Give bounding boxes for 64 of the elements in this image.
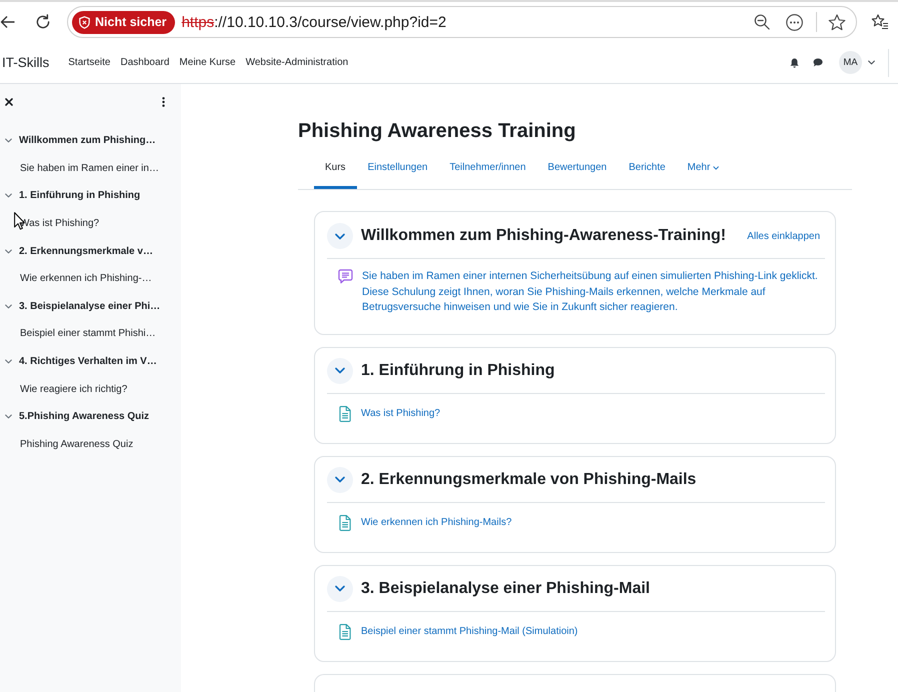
index-activity-link[interactable]: Beispiel einer stammt Phishi… (20, 328, 156, 340)
notification-bell-icon[interactable] (790, 58, 799, 68)
back-arrow-icon[interactable] (0, 15, 15, 29)
speech-bubble-icon (338, 269, 353, 284)
nav-link[interactable]: Startseite (68, 57, 110, 68)
chevron-icon[interactable] (5, 414, 12, 420)
section-title: 1. Einführung in Phishing (361, 360, 555, 380)
collapse-toggle-button[interactable] (327, 576, 353, 602)
tab[interactable]: Einstellungen (356, 149, 439, 189)
close-icon[interactable] (5, 98, 13, 106)
chat-bubble-icon[interactable] (813, 58, 823, 67)
caret-icon[interactable] (868, 60, 875, 65)
document-icon (339, 406, 351, 422)
user-avatar[interactable]: MA (839, 51, 862, 74)
document-icon (339, 514, 351, 530)
index-activity-link[interactable]: Wie reagiere ich richtig? (20, 384, 128, 395)
description-text: Sie haben im Ramen einer internen Sicherheitsübung auf einen simulierten Phishing-Link geklickt. (362, 269, 819, 284)
chevron-icon[interactable] (5, 359, 12, 364)
document-icon (339, 624, 351, 640)
tab[interactable]: Teilnehmer/innen (438, 149, 537, 189)
section-title: Willkommen zum Phishing-Awareness-Training! (361, 226, 726, 246)
url-text: https://10.10.10.3/course/view.php?id=2 (182, 14, 446, 30)
collapse-toggle-button[interactable] (327, 223, 353, 249)
collapse-toggle-button[interactable] (327, 358, 353, 384)
nav-link[interactable]: Dashboard (120, 57, 170, 68)
tab[interactable]: Kurs (314, 149, 357, 189)
tab[interactable]: Bewertungen (536, 149, 618, 189)
favorite-star-icon[interactable] (828, 14, 846, 30)
section-title: 3. Beispielanalyse einer Phishing-Mail (361, 578, 650, 598)
index-section-link[interactable]: 1. Einführung in Phishing (19, 190, 140, 202)
address-bar[interactable]: Nicht sicher https://10.10.10.3/course/view.php?id=2 (67, 6, 857, 38)
reload-icon[interactable] (35, 14, 51, 30)
course-title: Phishing Awareness Training (298, 119, 577, 143)
chevron-icon[interactable] (5, 193, 12, 198)
collapse-all-link[interactable]: Alles einklappen (747, 230, 820, 242)
index-activity-link[interactable]: Phishing Awareness Quiz (20, 438, 134, 450)
description-text: Diese Schulung zeigt Ihnen, woran Sie Phishing-Mails erkennen, welche Merkmale auf Betrugsversuche hinweisen und wie Sie in Zukunft sicher reagieren. (362, 284, 766, 315)
index-section-link[interactable]: 4. Richtiges Verhalten im V… (19, 356, 157, 368)
nav-link[interactable]: Meine Kurse (179, 57, 236, 68)
nav-link[interactable]: Website-Administration (246, 57, 348, 68)
shield-icon (79, 16, 90, 28)
collapse-toggle-button[interactable] (327, 466, 353, 492)
activity-link[interactable]: Wie erkennen ich Phishing-Mails? (361, 517, 512, 528)
chevron-icon[interactable] (5, 138, 12, 144)
caret-icon (713, 166, 720, 170)
activity-link[interactable]: Was ist Phishing? (361, 408, 440, 419)
section-title: 2. Erkennungsmerkmale von Phishing-Mails (361, 470, 696, 490)
index-activity-link[interactable]: Sie haben im Ramen einer in… (20, 162, 159, 174)
zoom-out-icon[interactable] (754, 14, 770, 30)
chevron-icon[interactable] (5, 304, 12, 309)
index-section-link[interactable]: 5.Phishing Awareness Quiz (19, 411, 150, 422)
security-warning-badge[interactable]: Nicht sicher (72, 10, 175, 34)
favorites-list-icon[interactable] (871, 14, 889, 30)
index-section-link[interactable]: 3. Beispielanalyse einer Phi… (19, 300, 160, 312)
index-activity-link[interactable]: Wie erkennen ich Phishing-… (20, 273, 152, 284)
index-section-link[interactable]: Willkommen zum Phishing… (19, 135, 156, 146)
more-options-icon[interactable] (786, 14, 803, 30)
more-options-icon[interactable] (162, 97, 165, 107)
site-name[interactable]: IT-Skills (2, 55, 50, 70)
index-section-link[interactable]: 2. Erkennungsmerkmale v… (19, 246, 153, 257)
chevron-icon[interactable] (5, 248, 12, 254)
activity-link[interactable]: Beispiel einer stammt Phishing-Mail (Simulatioin) (361, 626, 578, 637)
tab[interactable]: Berichte (618, 149, 676, 189)
tab[interactable]: Mehr (676, 149, 730, 189)
